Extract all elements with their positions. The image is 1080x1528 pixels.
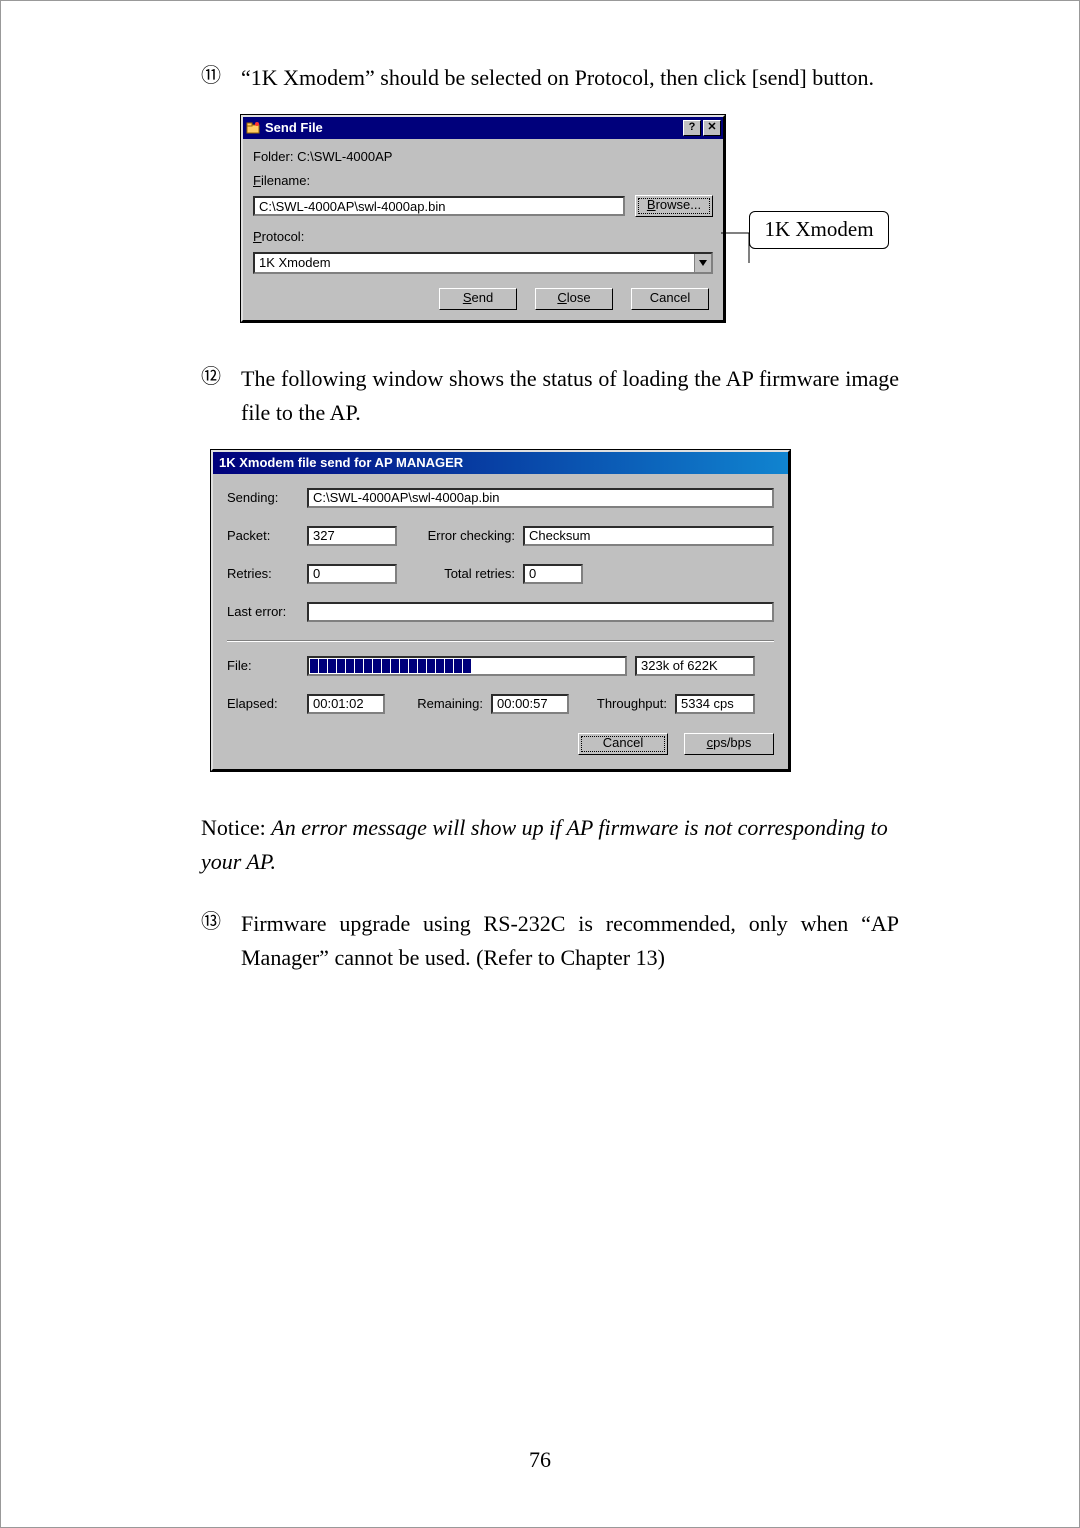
close-button[interactable]: ✕ xyxy=(703,120,721,136)
packet-label: Packet: xyxy=(227,526,299,546)
filename-label-row: Filename: xyxy=(253,171,713,191)
browse-button[interactable]: Browse... xyxy=(635,195,713,217)
progress-body: Sending: C:\SWL-4000AP\swl-4000ap.bin Pa… xyxy=(213,474,788,769)
retries-label: Retries: xyxy=(227,564,299,584)
divider xyxy=(227,640,774,642)
browse-text: rowse... xyxy=(656,197,702,212)
sending-value: C:\SWL-4000AP\swl-4000ap.bin xyxy=(307,488,774,508)
file-label: File: xyxy=(227,656,299,676)
notice-message: An error message will show up if AP firm… xyxy=(201,815,888,874)
errcheck-label: Error checking: xyxy=(405,526,515,546)
callout-box: 1K Xmodem xyxy=(749,211,889,249)
folder-row: Folder: C:\SWL-4000AP xyxy=(253,147,713,167)
filename-row: C:\SWL-4000AP\swl-4000ap.bin Browse... xyxy=(253,195,713,217)
dialog-title: Send File xyxy=(265,118,681,138)
sending-label: Sending: xyxy=(227,488,299,508)
retries-row: Retries: 0 Total retries: 0 xyxy=(227,564,774,584)
dialog-buttons: Send Close Cancel xyxy=(253,288,713,310)
callout: 1K Xmodem xyxy=(719,207,889,253)
page-content: ⑪ “1K Xmodem” should be selected on Prot… xyxy=(201,61,899,975)
page-number: 76 xyxy=(1,1447,1079,1473)
file-progressbar xyxy=(307,656,627,676)
item-text: Firmware upgrade using RS-232C is recomm… xyxy=(241,907,899,975)
notice: Notice: An error message will show up if… xyxy=(201,811,899,879)
remaining-value: 00:00:57 xyxy=(491,694,569,714)
notice-lead: Notice: xyxy=(201,815,271,840)
file-status: 323k of 622K xyxy=(635,656,755,676)
folder-label: Folder: xyxy=(253,149,297,164)
filename-label: ilename: xyxy=(261,173,310,188)
packet-value: 327 xyxy=(307,526,397,546)
help-button[interactable]: ? xyxy=(683,120,701,136)
progress-buttons: Cancel cps/bps xyxy=(227,733,774,755)
list-item: ⑫ The following window shows the status … xyxy=(201,362,899,430)
item-number: ⑪ xyxy=(201,61,241,95)
elapsed-value: 00:01:02 xyxy=(307,694,385,714)
sending-row: Sending: C:\SWL-4000AP\swl-4000ap.bin xyxy=(227,488,774,508)
list-item: ⑪ “1K Xmodem” should be selected on Prot… xyxy=(201,61,899,95)
document-page: ⑪ “1K Xmodem” should be selected on Prot… xyxy=(0,0,1080,1528)
close-dialog-button[interactable]: Close xyxy=(535,288,613,310)
chevron-down-icon[interactable] xyxy=(694,254,711,272)
cpsbps-button[interactable]: cps/bps xyxy=(684,733,774,755)
file-row: File: 323k of 622K xyxy=(227,656,774,676)
close-accel: C xyxy=(557,290,566,305)
lasterror-label: Last error: xyxy=(227,602,299,622)
sendfile-dialog: Send File ? ✕ Folder: C:\SWL-4000AP File… xyxy=(241,115,725,321)
throughput-label: Throughput: xyxy=(577,694,667,714)
protocol-select[interactable]: 1K Xmodem xyxy=(253,252,713,274)
titlebar: Send File ? ✕ xyxy=(243,117,723,139)
item-number: ⑬ xyxy=(201,907,241,975)
send-button[interactable]: Send xyxy=(439,288,517,310)
elapsed-label: Elapsed: xyxy=(227,694,299,714)
protocol-accel: P xyxy=(253,229,262,244)
item-text: “1K Xmodem” should be selected on Protoc… xyxy=(241,61,899,95)
protocol-label: rotocol: xyxy=(262,229,305,244)
progress-title: 1K Xmodem file send for AP MANAGER xyxy=(213,452,788,474)
filename-accel: F xyxy=(253,173,261,188)
packet-row: Packet: 327 Error checking: Checksum xyxy=(227,526,774,546)
cancel-button[interactable]: Cancel xyxy=(631,288,709,310)
protocol-label-row: Protocol: xyxy=(253,227,713,247)
sendfile-figure: Send File ? ✕ Folder: C:\SWL-4000AP File… xyxy=(241,115,899,321)
list-item: ⑬ Firmware upgrade using RS-232C is reco… xyxy=(201,907,899,975)
protocol-value: 1K Xmodem xyxy=(255,254,694,272)
filename-input[interactable]: C:\SWL-4000AP\swl-4000ap.bin xyxy=(253,196,625,216)
protocol-row: 1K Xmodem xyxy=(253,252,713,274)
totalretries-label: Total retries: xyxy=(405,564,515,584)
browse-accel: B xyxy=(647,197,656,212)
progress-cancel-button[interactable]: Cancel xyxy=(578,733,668,755)
cpsbps-text: ps/bps xyxy=(713,735,751,750)
close-text: lose xyxy=(567,290,591,305)
dialog-body: Folder: C:\SWL-4000AP Filename: C:\SWL-4… xyxy=(243,139,723,319)
totalretries-value: 0 xyxy=(523,564,583,584)
item-text: The following window shows the status of… xyxy=(241,362,899,430)
remaining-label: Remaining: xyxy=(393,694,483,714)
item-number: ⑫ xyxy=(201,362,241,430)
lasterror-value xyxy=(307,602,774,622)
folder-value: C:\SWL-4000AP xyxy=(297,149,392,164)
throughput-value: 5334 cps xyxy=(675,694,755,714)
send-text: end xyxy=(471,290,493,305)
errcheck-value: Checksum xyxy=(523,526,774,546)
time-row: Elapsed: 00:01:02 Remaining: 00:00:57 Th… xyxy=(227,694,774,714)
progress-dialog: 1K Xmodem file send for AP MANAGER Sendi… xyxy=(211,450,790,771)
retries-value: 0 xyxy=(307,564,397,584)
app-icon xyxy=(245,120,261,136)
lasterror-row: Last error: xyxy=(227,602,774,622)
